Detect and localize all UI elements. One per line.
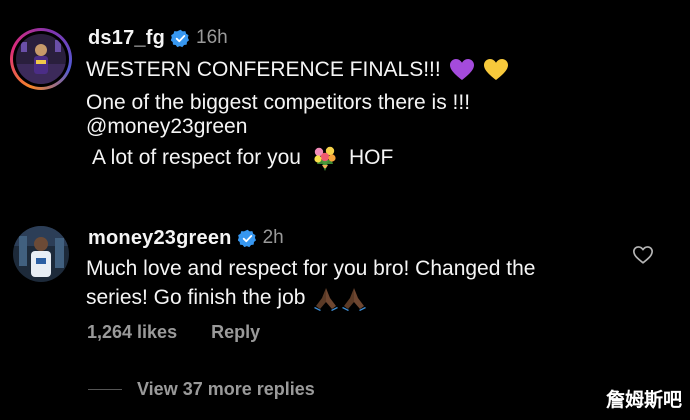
comment-username[interactable]: ds17_fg [88, 27, 165, 50]
comment-text: WESTERN CONFERENCE FINALS!!! [86, 58, 441, 81]
heart-outline-icon[interactable] [632, 244, 654, 266]
comment-text: A lot of respect for you [92, 146, 301, 169]
avatar[interactable] [13, 226, 69, 282]
view-more-replies-label[interactable]: View 37 more replies [137, 379, 315, 400]
comment-text: HOF [348, 146, 394, 169]
purple-heart-icon [449, 59, 474, 80]
reply-button[interactable]: Reply [211, 322, 260, 343]
comment-text: series! Go finish the job [86, 286, 306, 309]
comment-text: Much love and respect for you bro! Chang… [86, 257, 536, 280]
yellow-heart-icon [483, 59, 508, 80]
divider [88, 388, 122, 390]
avatar [16, 34, 66, 84]
comment-line: series! Go finish the job [86, 283, 367, 313]
comment-line: Much love and respect for you bro! Chang… [86, 254, 535, 284]
folded-hands-icon [314, 288, 339, 311]
comment-time: 2h [262, 227, 284, 248]
comment-username[interactable]: money23green [88, 227, 232, 250]
comment-line: WESTERN CONFERENCE FINALS!!! [86, 55, 509, 85]
view-more-replies[interactable]: View 37 more replies [88, 376, 315, 402]
folded-hands-icon [342, 288, 367, 311]
bouquet-icon [314, 146, 336, 171]
watermark: 詹姆斯吧 [605, 389, 682, 411]
comment-time: 16h [196, 27, 228, 48]
verified-badge-icon [237, 229, 256, 247]
comment-line: @money23green [86, 112, 247, 142]
mention-link[interactable]: @money23green [86, 115, 247, 139]
comment-line: A lot of respect for you HOF [92, 143, 393, 173]
verified-badge-icon [171, 29, 190, 47]
likes-count[interactable]: 1,264 likes [87, 322, 177, 343]
avatar-story-ring[interactable] [10, 28, 72, 90]
